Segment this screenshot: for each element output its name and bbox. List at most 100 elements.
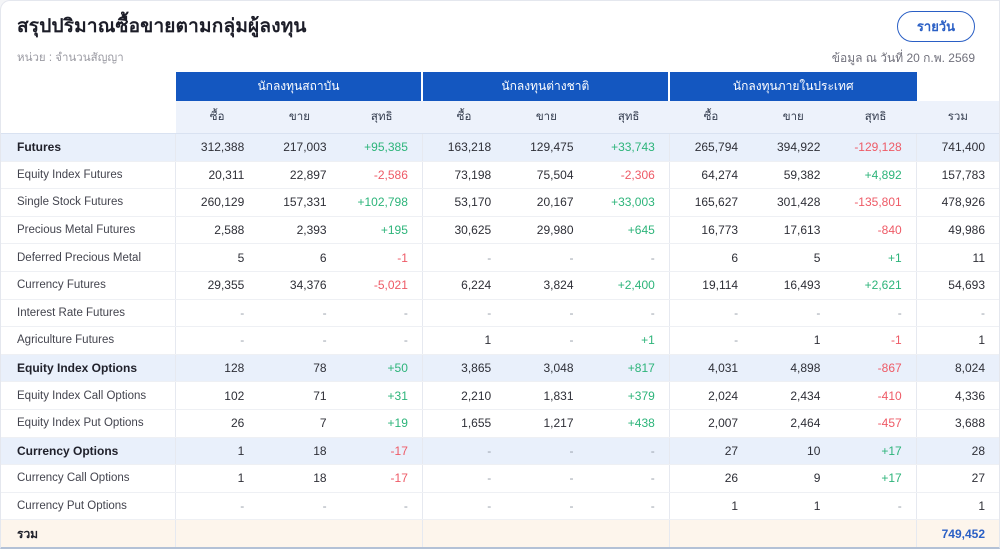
cell-value: 128 — [224, 361, 245, 376]
table-row: Deferred Precious Metal 5 6 -1- - -6 5 +1 11 — [1, 244, 999, 272]
table-body: Futures 312,388 217,003 +95,385 163,218 129,4… — [1, 134, 999, 547]
cell-row-total: 8,024 — [954, 361, 985, 376]
cell-row-total: 741,400 — [941, 140, 985, 155]
cell-row-total: 749,452 — [941, 527, 985, 542]
row-label: Precious Metal Futures — [1, 216, 176, 244]
cell-value: -17 — [341, 437, 423, 465]
cell-value: +195 — [341, 216, 423, 244]
group-header-spacer-right — [917, 72, 999, 101]
cell-value: 2,464 — [790, 416, 821, 431]
cell-value: - — [734, 333, 739, 348]
daily-period-button[interactable]: รายวัน — [896, 11, 975, 42]
cell-value: - — [341, 299, 423, 327]
cell-value — [670, 520, 752, 547]
cell-value: - — [341, 327, 423, 354]
cell-value — [834, 520, 917, 547]
cell-value: 6 — [319, 250, 327, 265]
cell-value: +1 — [834, 244, 917, 271]
cell-value: 2,588 — [214, 223, 245, 238]
cell-value: 29,980 — [536, 223, 574, 238]
cell-value: 5 — [237, 250, 245, 265]
col-sell-foreign: ขาย — [505, 101, 588, 133]
cell-value: - — [341, 492, 423, 520]
cell-row-total: 1 — [978, 333, 985, 348]
cell-value: +817 — [588, 354, 670, 382]
cell-value: -17 — [341, 465, 423, 492]
col-net-foreign: สุทธิ — [587, 101, 670, 133]
cell-row-total: 11 — [972, 250, 985, 265]
cell-value — [341, 520, 423, 547]
cell-value: +31 — [341, 382, 423, 409]
col-sell-domestic: ขาย — [752, 101, 835, 133]
row-label: Equity Index Put Options — [1, 409, 176, 437]
cell-value: -129,128 — [834, 134, 917, 161]
cell-value: +17 — [834, 437, 917, 465]
cell-value: 5 — [813, 250, 821, 265]
cell-value: +645 — [588, 216, 670, 244]
cell-value: 18 — [313, 471, 327, 486]
cell-value: 165,627 — [694, 195, 739, 210]
cell-value: +379 — [588, 382, 670, 409]
cell-value: 34,376 — [289, 278, 327, 293]
cell-value: - — [240, 333, 245, 348]
report-header: สรุปปริมาณซื้อขายตามกลุ่มผู้ลงทุน รายวัน… — [1, 1, 999, 72]
cell-value: 1 — [237, 471, 245, 486]
cell-value: 2,024 — [708, 388, 739, 403]
cell-row-total: 54,693 — [948, 278, 985, 293]
cell-value: - — [240, 305, 245, 320]
table-row: Interest Rate Futures - - - - - - - - - - — [1, 299, 999, 328]
cell-value: +1 — [588, 327, 670, 354]
table-row: Currency Put Options - - - - - -1 1-1 — [1, 492, 999, 521]
row-label: Equity Index Call Options — [1, 382, 176, 409]
cell-value: 71 — [313, 388, 327, 403]
page-title: สรุปปริมาณซื้อขายตามกลุ่มผู้ลงทุน — [17, 16, 307, 37]
cell-value: +2,621 — [834, 271, 917, 299]
cell-value: +17 — [834, 465, 917, 492]
cell-value: - — [487, 499, 492, 514]
cell-value: +50 — [341, 354, 423, 382]
cell-value — [505, 520, 587, 547]
cell-value: +2,400 — [588, 271, 670, 299]
cell-value: 64,274 — [701, 167, 739, 182]
cell-value: - — [322, 499, 327, 514]
table-row: Equity Index Call Options 102 71 +31 2,210 1,… — [1, 382, 999, 410]
cell-value: 1 — [813, 333, 821, 348]
cell-value: 394,922 — [777, 140, 821, 155]
group-domestic-investors: นักลงทุนภายในประเทศ — [669, 72, 917, 101]
cell-value: 6 — [731, 250, 739, 265]
row-label: Equity Index Futures — [1, 161, 176, 189]
cell-row-total: 28 — [971, 443, 985, 458]
cell-value: 265,794 — [694, 140, 739, 155]
cell-row-total: 157,783 — [941, 167, 985, 182]
cell-row-total: 27 — [971, 471, 985, 486]
cell-value: - — [487, 471, 492, 486]
row-label: Currency Call Options — [1, 465, 176, 492]
cell-value: 20,311 — [208, 167, 245, 182]
cell-value — [588, 520, 670, 547]
cell-value: - — [816, 305, 821, 320]
cell-value: 59,382 — [783, 167, 821, 182]
cell-value: -5,021 — [341, 271, 423, 299]
cell-row-total: 3,688 — [954, 416, 985, 431]
cell-value: 301,428 — [777, 195, 821, 210]
cell-value: +33,743 — [588, 134, 670, 161]
cell-value: - — [569, 471, 574, 486]
cell-value: 7 — [319, 416, 327, 431]
row-label: Deferred Precious Metal — [1, 244, 176, 271]
cell-value: -2,306 — [588, 161, 670, 189]
cell-value: 78 — [313, 361, 327, 376]
col-buy-institutional: ซื้อ — [176, 101, 259, 133]
as-of-date-label: ข้อมูล ณ วันที่ 20 ก.พ. 2569 — [831, 51, 975, 65]
cell-value: -2,586 — [341, 161, 423, 189]
cell-value: - — [322, 305, 327, 320]
cell-value: 1 — [731, 499, 739, 514]
cell-value: - — [569, 499, 574, 514]
table-row: Currency Call Options 1 18 -17- - -26 9 +17 27 — [1, 465, 999, 493]
cell-value: 4,031 — [708, 361, 739, 376]
col-buy-domestic: ซื้อ — [669, 101, 753, 133]
cell-value: +438 — [588, 409, 670, 437]
cell-value: +19 — [341, 409, 423, 437]
cell-value: 27 — [724, 443, 739, 458]
cell-value: 1,831 — [543, 388, 574, 403]
cell-value: - — [588, 299, 670, 327]
